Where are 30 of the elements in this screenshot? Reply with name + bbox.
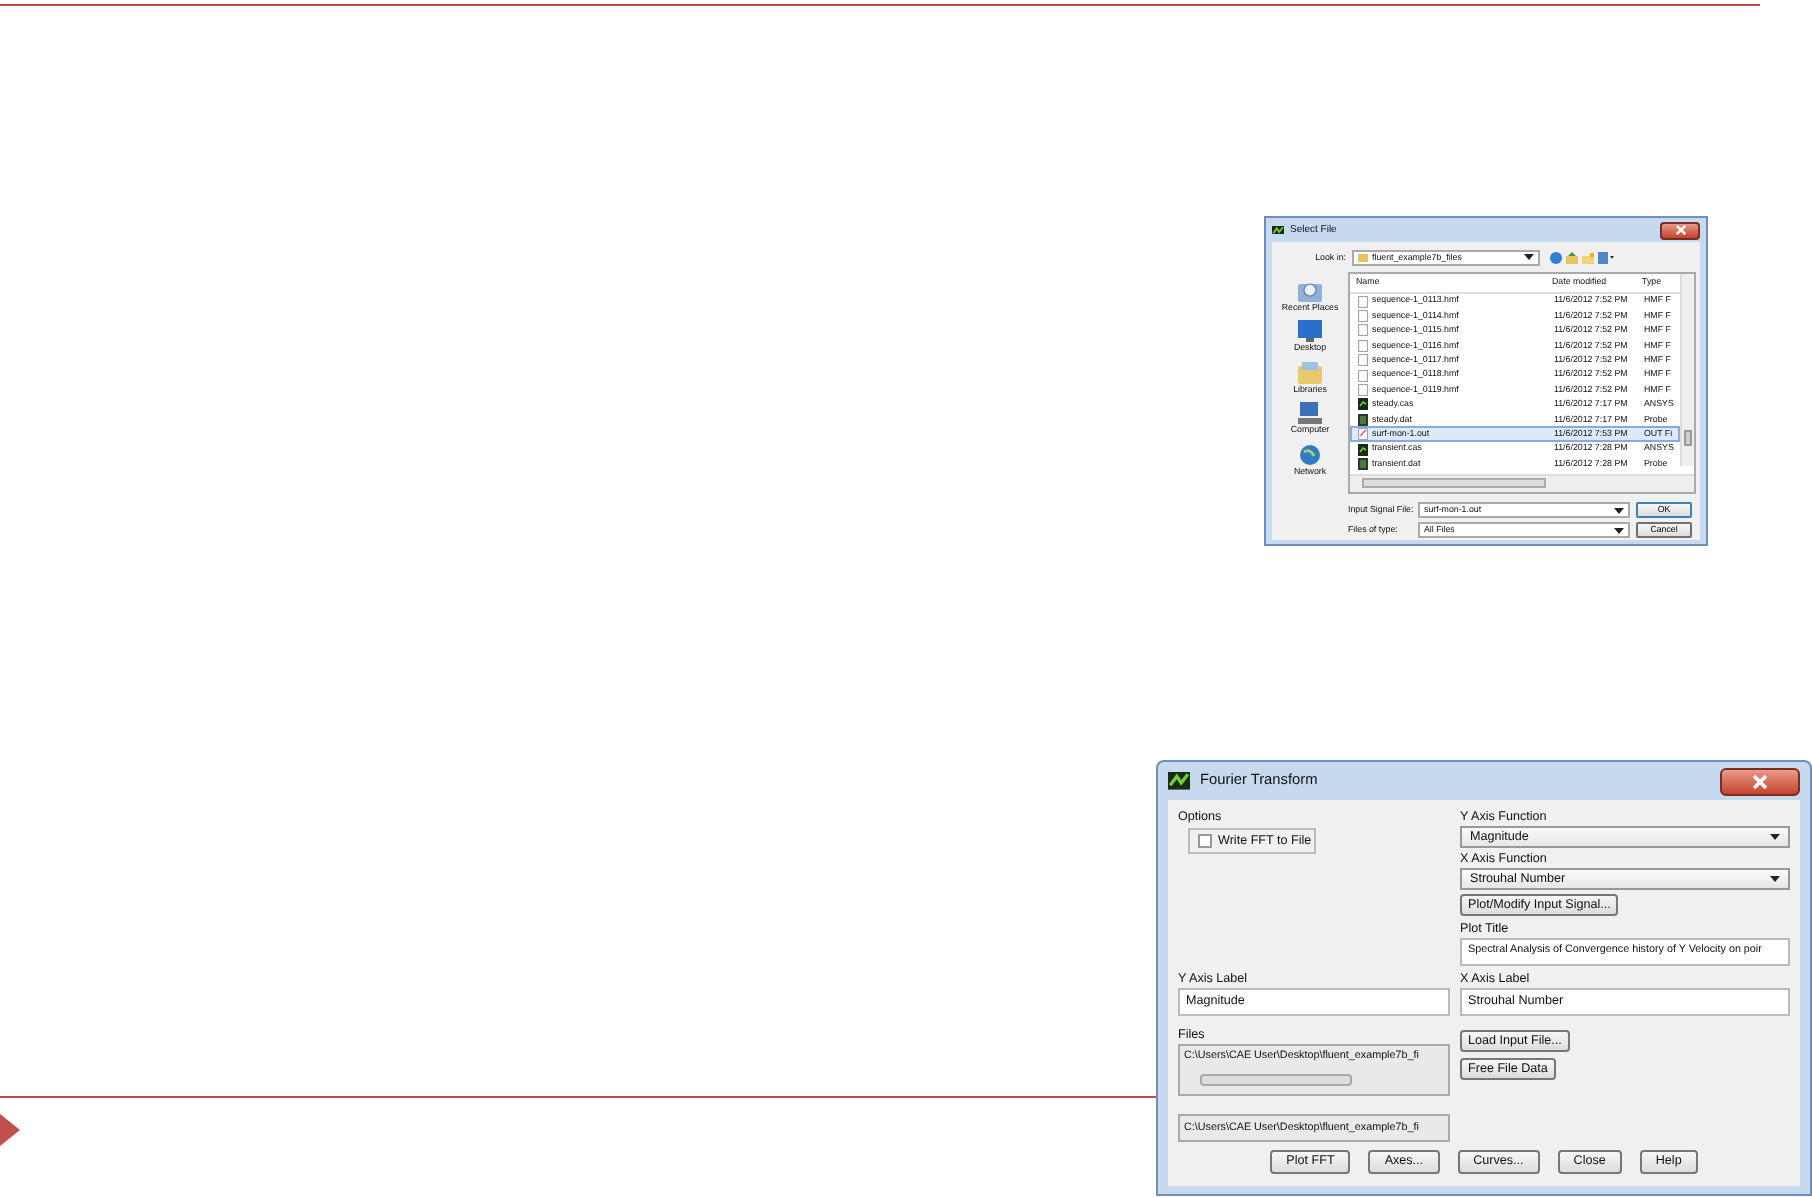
up-folder-icon[interactable] <box>1566 251 1578 264</box>
monitor-icon <box>1297 320 1322 343</box>
caret-icon <box>1614 527 1625 534</box>
caret-icon <box>1614 507 1625 514</box>
app-icon <box>1168 772 1190 790</box>
back-icon[interactable] <box>1550 251 1562 264</box>
caret-icon <box>1524 254 1534 261</box>
library-icon <box>1298 361 1322 384</box>
close-button[interactable] <box>1720 767 1800 795</box>
close-icon <box>1673 224 1687 236</box>
folder-icon <box>1358 253 1368 262</box>
computer-icon <box>1298 402 1322 425</box>
views-menu-icon[interactable] <box>1598 251 1614 264</box>
new-folder-icon[interactable] <box>1582 251 1594 264</box>
data-file-icon <box>1358 457 1368 470</box>
caret-icon <box>1770 876 1780 882</box>
close-button[interactable] <box>1660 221 1700 239</box>
close-icon <box>1750 773 1770 789</box>
app-icon <box>1358 443 1368 456</box>
app-icon <box>1358 398 1368 411</box>
checkbox[interactable] <box>1198 834 1212 848</box>
caret-icon <box>1770 834 1780 840</box>
folder-icon <box>1298 279 1322 302</box>
horizontal-scrollbar[interactable] <box>1350 474 1694 493</box>
data-file-icon <box>1358 413 1368 426</box>
app-icon <box>1272 225 1284 235</box>
bullet-triangle-icon <box>0 1114 20 1146</box>
globe-icon <box>1297 443 1322 466</box>
document-icon <box>1358 428 1368 441</box>
vertical-scrollbar[interactable] <box>1680 273 1694 466</box>
